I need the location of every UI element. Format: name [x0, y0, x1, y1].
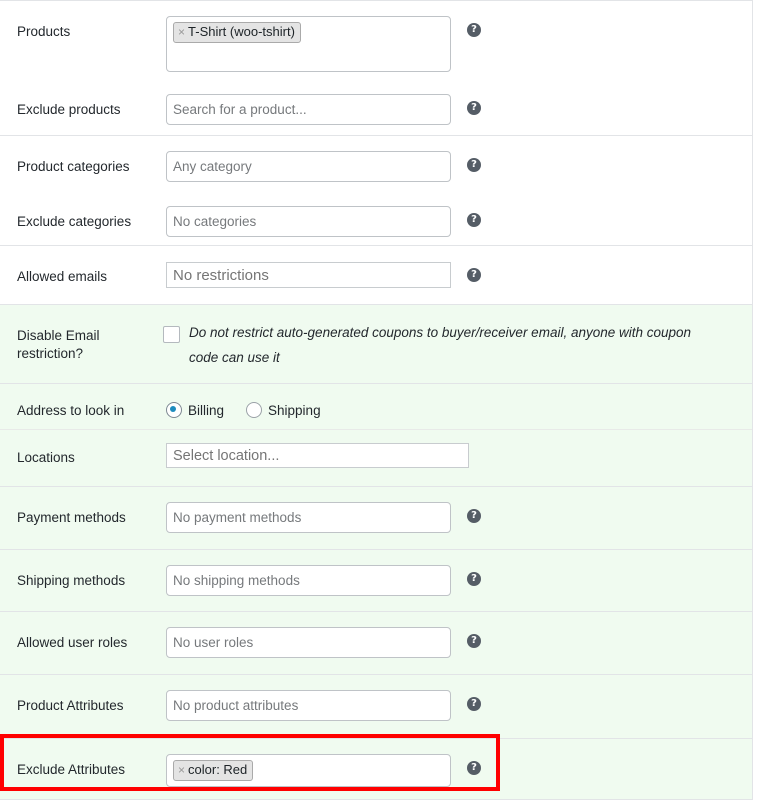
field-products: ×T-Shirt (woo-tshirt)?	[166, 1, 752, 72]
products-select[interactable]: ×T-Shirt (woo-tshirt)	[166, 16, 451, 72]
section-payment-methods-section: Payment methodsNo payment methods?	[0, 487, 752, 550]
exclude-categories-select[interactable]: No categories	[166, 206, 451, 237]
exclude-products-select[interactable]: Search for a product...	[166, 94, 451, 125]
help-icon[interactable]: ?	[467, 101, 481, 115]
disable-email-restriction-checkbox[interactable]	[163, 326, 180, 343]
radio-dot[interactable]	[246, 402, 262, 418]
section-address-section: Address to look in Billing Shipping Locatio…	[0, 384, 752, 487]
label-exclude-products: Exclude products	[0, 79, 166, 119]
section-exclude-attributes-section: Exclude Attributes×color: Red?	[0, 739, 752, 800]
exclude-products-placeholder: Search for a product...	[173, 102, 307, 117]
label-payment-methods: Payment methods	[0, 487, 166, 527]
remove-token-icon[interactable]: ×	[178, 763, 185, 777]
locations-input[interactable]	[166, 443, 469, 468]
label-allowed-user-roles: Allowed user roles	[0, 612, 166, 652]
form-row-product-categories: Product categoriesAny category?	[0, 136, 752, 191]
form-row-allowed-emails: Allowed emails?	[0, 246, 752, 304]
help-icon[interactable]: ?	[467, 634, 481, 648]
radio-option-shipping[interactable]: Shipping	[246, 402, 321, 418]
help-icon[interactable]: ?	[467, 23, 481, 37]
section-categories-section: Product categoriesAny category?Exclude c…	[0, 136, 752, 246]
help-icon[interactable]: ?	[467, 268, 481, 282]
token-label: T-Shirt (woo-tshirt)	[188, 24, 295, 39]
product-categories-select[interactable]: Any category	[166, 151, 451, 182]
radio-label: Billing	[188, 403, 224, 418]
payment-methods-select[interactable]: No payment methods	[166, 502, 451, 533]
disable-email-restriction-description: Do not restrict auto-generated coupons t…	[189, 320, 717, 370]
field-exclude-categories: No categories?	[166, 191, 752, 237]
allowed-user-roles-select[interactable]: No user roles	[166, 627, 451, 658]
token-label: color: Red	[188, 762, 247, 777]
label-exclude-attributes: Exclude Attributes	[0, 739, 166, 779]
field-product-categories: Any category?	[166, 136, 752, 182]
help-icon[interactable]: ?	[467, 761, 481, 775]
section-email-restriction-section: Disable Email restriction?Do not restric…	[0, 305, 752, 384]
label-shipping-methods: Shipping methods	[0, 550, 166, 590]
help-icon[interactable]: ?	[467, 213, 481, 227]
field-address-to-look-in: Billing Shipping	[166, 384, 752, 418]
form-row-address-to-look-in: Address to look in Billing Shipping	[0, 384, 752, 429]
section-products-section: Products×T-Shirt (woo-tshirt)?Exclude pr…	[0, 1, 752, 136]
help-icon[interactable]: ?	[467, 697, 481, 711]
exclude-attributes-select[interactable]: ×color: Red	[166, 754, 451, 787]
section-emails-section: Allowed emails?	[0, 246, 752, 305]
form-row-exclude-products: Exclude productsSearch for a product...?	[0, 79, 752, 135]
label-address-to-look-in: Address to look in	[0, 384, 166, 420]
field-locations	[166, 430, 752, 468]
field-exclude-attributes: ×color: Red?	[166, 739, 752, 787]
product-categories-placeholder: Any category	[173, 159, 252, 174]
section-product-attributes-section: Product AttributesNo product attributes?	[0, 675, 752, 739]
token-chip[interactable]: ×T-Shirt (woo-tshirt)	[173, 22, 301, 43]
section-shipping-methods-section: Shipping methodsNo shipping methods?	[0, 550, 752, 612]
field-shipping-methods: No shipping methods?	[166, 550, 752, 596]
radio-option-billing[interactable]: Billing	[166, 402, 224, 418]
form-row-exclude-attributes: Exclude Attributes×color: Red?	[0, 739, 752, 799]
shipping-methods-placeholder: No shipping methods	[173, 573, 300, 588]
label-locations: Locations	[0, 430, 166, 467]
field-exclude-products: Search for a product...?	[166, 79, 752, 125]
label-exclude-categories: Exclude categories	[0, 191, 166, 231]
form-row-products: Products×T-Shirt (woo-tshirt)?	[0, 1, 752, 79]
help-icon[interactable]: ?	[467, 158, 481, 172]
address-to-look-in-radio-group: Billing Shipping	[166, 401, 321, 418]
checkbox-wrap-disable-email-restriction: Do not restrict auto-generated coupons t…	[163, 324, 717, 370]
label-product-attributes: Product Attributes	[0, 675, 166, 715]
field-allowed-user-roles: No user roles?	[166, 612, 752, 658]
field-payment-methods: No payment methods?	[166, 487, 752, 533]
help-icon[interactable]: ?	[467, 572, 481, 586]
allowed-emails-input[interactable]	[166, 262, 451, 288]
form-row-product-attributes: Product AttributesNo product attributes?	[0, 675, 752, 738]
label-product-categories: Product categories	[0, 136, 166, 176]
shipping-methods-select[interactable]: No shipping methods	[166, 565, 451, 596]
exclude-categories-placeholder: No categories	[173, 214, 256, 229]
form-row-disable-email-restriction: Disable Email restriction?Do not restric…	[0, 305, 752, 383]
field-product-attributes: No product attributes?	[166, 675, 752, 721]
label-products: Products	[0, 1, 166, 41]
field-disable-email-restriction: Do not restrict auto-generated coupons t…	[163, 305, 752, 370]
section-user-roles-section: Allowed user rolesNo user roles?	[0, 612, 752, 675]
help-icon[interactable]: ?	[467, 509, 481, 523]
product-attributes-select[interactable]: No product attributes	[166, 690, 451, 721]
product-attributes-placeholder: No product attributes	[173, 698, 298, 713]
payment-methods-placeholder: No payment methods	[173, 510, 301, 525]
field-allowed-emails: ?	[166, 246, 752, 288]
label-allowed-emails: Allowed emails	[0, 246, 166, 286]
token-chip[interactable]: ×color: Red	[173, 760, 253, 781]
radio-label: Shipping	[268, 403, 321, 418]
radio-dot[interactable]	[166, 402, 182, 418]
remove-token-icon[interactable]: ×	[178, 25, 185, 39]
form-row-exclude-categories: Exclude categoriesNo categories?	[0, 191, 752, 245]
form-row-allowed-user-roles: Allowed user rolesNo user roles?	[0, 612, 752, 674]
form-row-shipping-methods: Shipping methodsNo shipping methods?	[0, 550, 752, 611]
form-row-locations: Locations	[0, 429, 752, 486]
form-row-payment-methods: Payment methodsNo payment methods?	[0, 487, 752, 549]
label-disable-email-restriction: Disable Email restriction?	[0, 305, 163, 363]
allowed-user-roles-placeholder: No user roles	[173, 635, 253, 650]
coupon-restrictions-panel: Products×T-Shirt (woo-tshirt)?Exclude pr…	[0, 0, 753, 800]
